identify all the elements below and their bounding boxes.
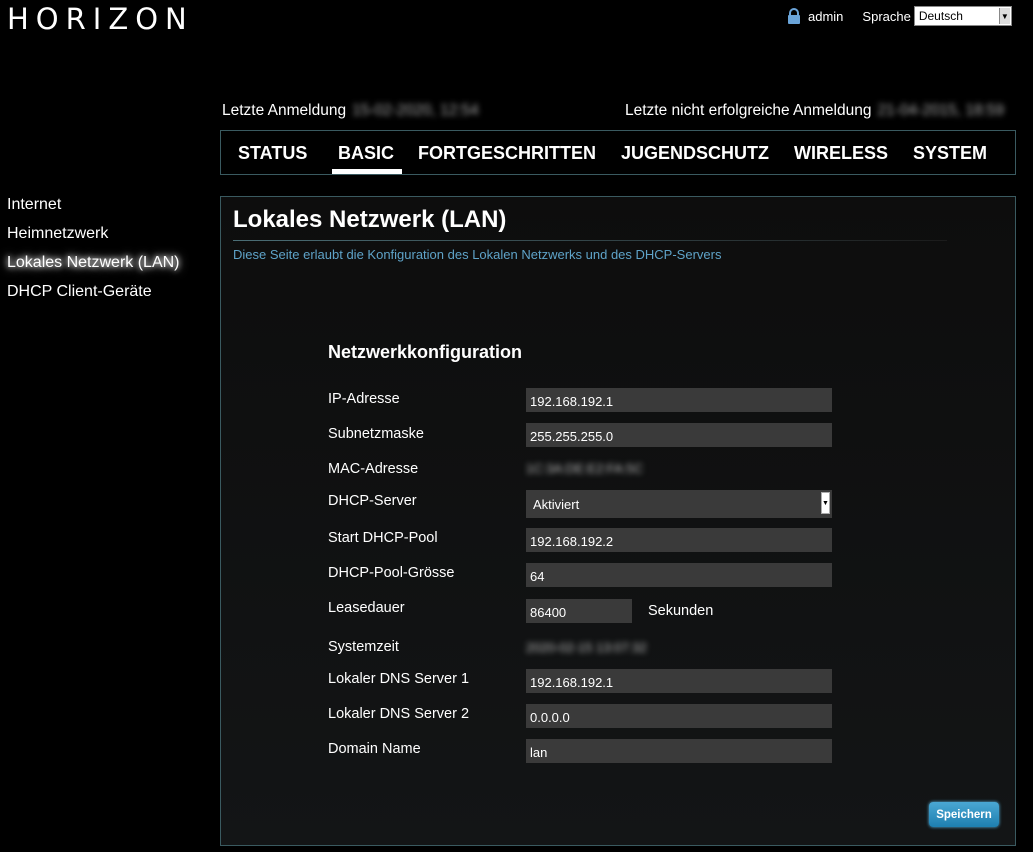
content-panel: Lokales Netzwerk (LAN) Diese Seite erlau… [220, 196, 1016, 846]
last-login: Letzte Anmeldung 15-02-2020, 12:54 [222, 102, 479, 120]
main-nav: STATUS BASIC FORTGESCHRITTEN JUGENDSCHUT… [220, 130, 1016, 175]
last-login-value: 15-02-2020, 12:54 [352, 102, 479, 119]
last-login-label: Letzte Anmeldung [222, 102, 347, 119]
tab-wireless[interactable]: WIRELESS [794, 143, 888, 164]
systime-value: 2020-02-15 13:07:32 [526, 640, 647, 655]
ip-input[interactable]: 192.168.192.1 [526, 388, 832, 412]
page-title: Lokales Netzwerk (LAN) [233, 206, 507, 233]
pool-size-label: DHCP-Pool-Grösse [328, 565, 455, 581]
start-pool-label: Start DHCP-Pool [328, 530, 438, 546]
sidebar-item-internet[interactable]: Internet [7, 196, 180, 225]
lock-icon [788, 8, 800, 24]
dhcp-server-label: DHCP-Server [328, 493, 417, 509]
horizon-logo: HORIZON [7, 2, 194, 36]
mac-label: MAC-Adresse [328, 461, 419, 477]
sidebar-item-dhcp-clients[interactable]: DHCP Client-Geräte [7, 283, 180, 312]
domain-input[interactable]: lan [526, 739, 832, 763]
sidebar-item-lan[interactable]: Lokales Netzwerk (LAN) [7, 254, 180, 283]
start-pool-input[interactable]: 192.168.192.2 [526, 528, 832, 552]
language-select[interactable]: Deutsch ▼ [913, 6, 1012, 26]
pool-size-input[interactable]: 64 [526, 563, 832, 587]
lease-unit: Sekunden [648, 603, 714, 619]
systime-label: Systemzeit [328, 639, 399, 655]
tab-system[interactable]: SYSTEM [913, 143, 987, 164]
dhcp-server-value: Aktiviert [533, 497, 580, 512]
dns2-label: Lokaler DNS Server 2 [328, 706, 470, 722]
ip-label: IP-Adresse [328, 391, 400, 407]
page-description: Diese Seite erlaubt die Konfiguration de… [233, 247, 722, 262]
sidebar: Internet Heimnetzwerk Lokales Netzwerk (… [7, 196, 180, 312]
dns1-label: Lokaler DNS Server 1 [328, 671, 470, 687]
header-user-area: admin Sprache Deutsch ▼ [786, 6, 1012, 26]
tab-basic[interactable]: BASIC [331, 143, 403, 174]
tab-fortgeschritten[interactable]: FORTGESCHRITTEN [418, 143, 596, 164]
language-label: Sprache [862, 8, 911, 24]
subnet-label: Subnetzmaske [328, 426, 424, 442]
dhcp-server-select[interactable]: Aktiviert ▼ [526, 490, 832, 518]
chevron-down-icon: ▼ [998, 8, 1010, 24]
mac-value: 1C:3A:DE:E2:FA:5C [526, 461, 644, 476]
last-failed-login: Letzte nicht erfolgreiche Anmeldung 21-0… [625, 102, 1004, 120]
sidebar-item-heimnetzwerk[interactable]: Heimnetzwerk [7, 225, 180, 254]
domain-label: Domain Name [328, 741, 421, 757]
user-name: admin [808, 8, 844, 24]
tab-jugendschutz[interactable]: JUGENDSCHUTZ [621, 143, 769, 164]
subnet-input[interactable]: 255.255.255.0 [526, 423, 832, 447]
tab-status[interactable]: STATUS [238, 143, 307, 164]
title-divider [233, 240, 947, 241]
language-value: Deutsch [918, 9, 963, 23]
lease-input[interactable]: 86400 [526, 599, 632, 623]
chevron-down-icon: ▼ [821, 492, 830, 514]
section-title: Netzwerkkonfiguration [328, 342, 523, 362]
last-failed-value: 21-04-2015, 18:59 [877, 102, 1005, 119]
save-button[interactable]: Speichern [929, 802, 999, 827]
lease-label: Leasedauer [328, 600, 405, 616]
dns2-input[interactable]: 0.0.0.0 [526, 704, 832, 728]
last-failed-label: Letzte nicht erfolgreiche Anmeldung [625, 102, 872, 119]
dns1-input[interactable]: 192.168.192.1 [526, 669, 832, 693]
